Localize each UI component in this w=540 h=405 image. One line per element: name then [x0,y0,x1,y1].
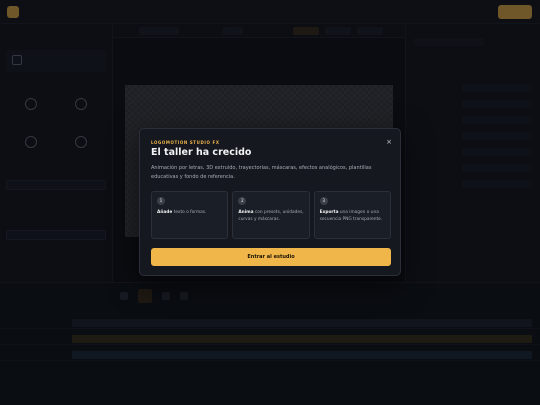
step-number: 2 [238,197,247,205]
welcome-modal: LOGOMOTION STUDIO FX × El taller ha crec… [139,128,401,276]
modal-description: Animación por letras, 3D extruido, traye… [151,165,372,180]
step-card: 3 Exporta una imagen o una secuencia PNG… [313,191,391,239]
step-card: 2 Anima con presets, unidades, curvas y … [232,191,310,239]
step-text: Exporta una imagen o una secuencia PNG t… [319,210,383,222]
close-icon[interactable]: × [384,137,394,147]
step-text: Anima con presets, unidades, curvas y má… [238,210,304,222]
modal-title: El taller ha crecido [151,147,252,158]
step-card: 1 Añade texto o formas. [151,191,229,239]
modal-eyebrow: LOGOMOTION STUDIO FX [151,140,220,145]
step-text: Añade texto o formas. [157,210,207,215]
step-number: 3 [319,197,328,205]
steps: 1 Añade texto o formas. 2 Anima con pres… [151,191,391,239]
step-number: 1 [157,197,165,205]
enter-studio-button[interactable]: Entrar al estudio [151,248,391,266]
